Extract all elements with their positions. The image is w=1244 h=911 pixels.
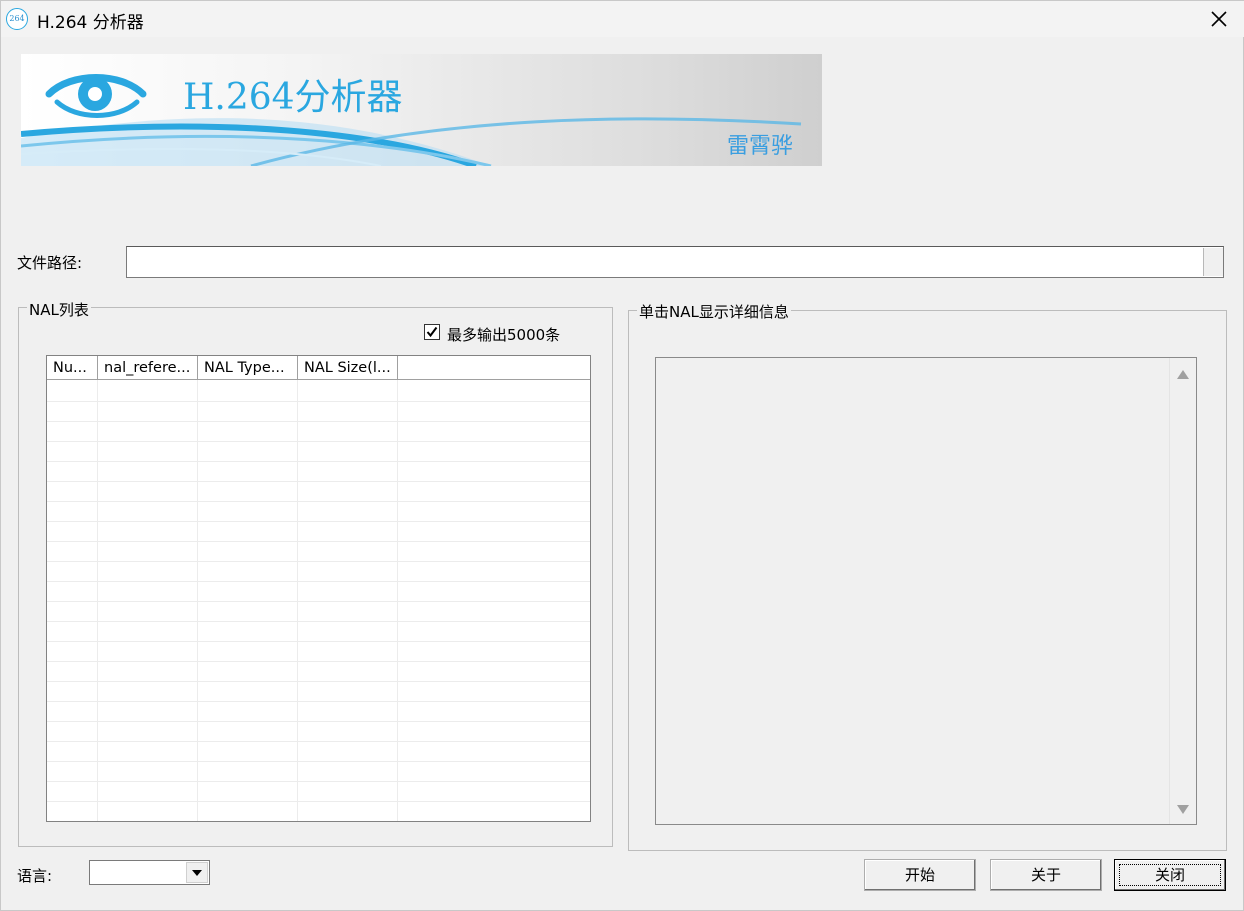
column-header-nal-reference[interactable]: nal_refere... <box>98 356 198 380</box>
about-button[interactable]: 关于 <box>990 859 1102 891</box>
nal-list-header: Nu... nal_refere... NAL Type... NAL Size… <box>47 356 590 380</box>
banner-title: H.264分析器 <box>183 77 403 118</box>
grid-row-line <box>47 821 590 822</box>
grid-row-line <box>47 681 590 682</box>
detail-scrollbar[interactable] <box>1169 358 1196 824</box>
start-button[interactable]: 开始 <box>864 859 976 891</box>
grid-row-line <box>47 521 590 522</box>
checkmark-icon <box>426 326 438 338</box>
chevron-down-icon[interactable] <box>186 862 208 883</box>
language-label: 语言: <box>17 867 53 885</box>
scroll-down-icon[interactable] <box>1177 805 1189 814</box>
file-path-browse-button[interactable] <box>1203 248 1223 276</box>
file-path-label: 文件路径: <box>17 254 83 272</box>
column-header-nal-type[interactable]: NAL Type... <box>198 356 298 380</box>
column-header-number[interactable]: Nu... <box>47 356 98 380</box>
focus-rect <box>1119 864 1221 886</box>
grid-row-line <box>47 761 590 762</box>
close-icon[interactable] <box>1207 7 1231 31</box>
grid-row-line <box>47 541 590 542</box>
file-path-input[interactable] <box>126 246 1224 278</box>
nal-list-grid <box>47 380 590 821</box>
scroll-up-icon[interactable] <box>1177 370 1189 379</box>
max-output-checkbox[interactable] <box>424 324 440 340</box>
grid-row-line <box>47 641 590 642</box>
banner-image: H.264分析器 雷霄骅 <box>21 54 822 166</box>
nal-list-group-title: NAL列表 <box>27 299 91 320</box>
nal-list-table[interactable]: Nu... nal_refere... NAL Type... NAL Size… <box>46 355 591 822</box>
grid-row-line <box>47 601 590 602</box>
grid-row-line <box>47 781 590 782</box>
banner-author: 雷霄骅 <box>727 134 794 159</box>
grid-row-line <box>47 721 590 722</box>
grid-row-line <box>47 441 590 442</box>
grid-row-line <box>47 701 590 702</box>
detail-textarea[interactable] <box>655 357 1197 825</box>
grid-row-line <box>47 741 590 742</box>
app-icon: 264 <box>6 8 28 30</box>
banner-graphic <box>21 74 802 166</box>
grid-row-line <box>47 661 590 662</box>
detail-group-title: 单击NAL显示详细信息 <box>637 301 791 322</box>
grid-row-line <box>47 501 590 502</box>
max-output-label[interactable]: 最多输出5000条 <box>447 324 560 345</box>
window-title: H.264 分析器 <box>37 13 144 33</box>
grid-row-line <box>47 581 590 582</box>
title-bar[interactable]: 264 H.264 分析器 <box>1 1 1244 37</box>
close-button[interactable]: 关闭 <box>1114 859 1226 891</box>
eye-icon <box>45 74 147 118</box>
language-select[interactable] <box>89 860 210 885</box>
grid-row-line <box>47 401 590 402</box>
main-window: 264 H.264 分析器 H.264分析器 雷霄骅 文件路径: NAL列表 最… <box>0 0 1244 911</box>
grid-row-line <box>47 421 590 422</box>
grid-row-line <box>47 561 590 562</box>
grid-row-line <box>47 461 590 462</box>
grid-row-line <box>47 621 590 622</box>
grid-row-line <box>47 481 590 482</box>
column-header-nal-size[interactable]: NAL Size(l... <box>298 356 398 380</box>
grid-row-line <box>47 801 590 802</box>
